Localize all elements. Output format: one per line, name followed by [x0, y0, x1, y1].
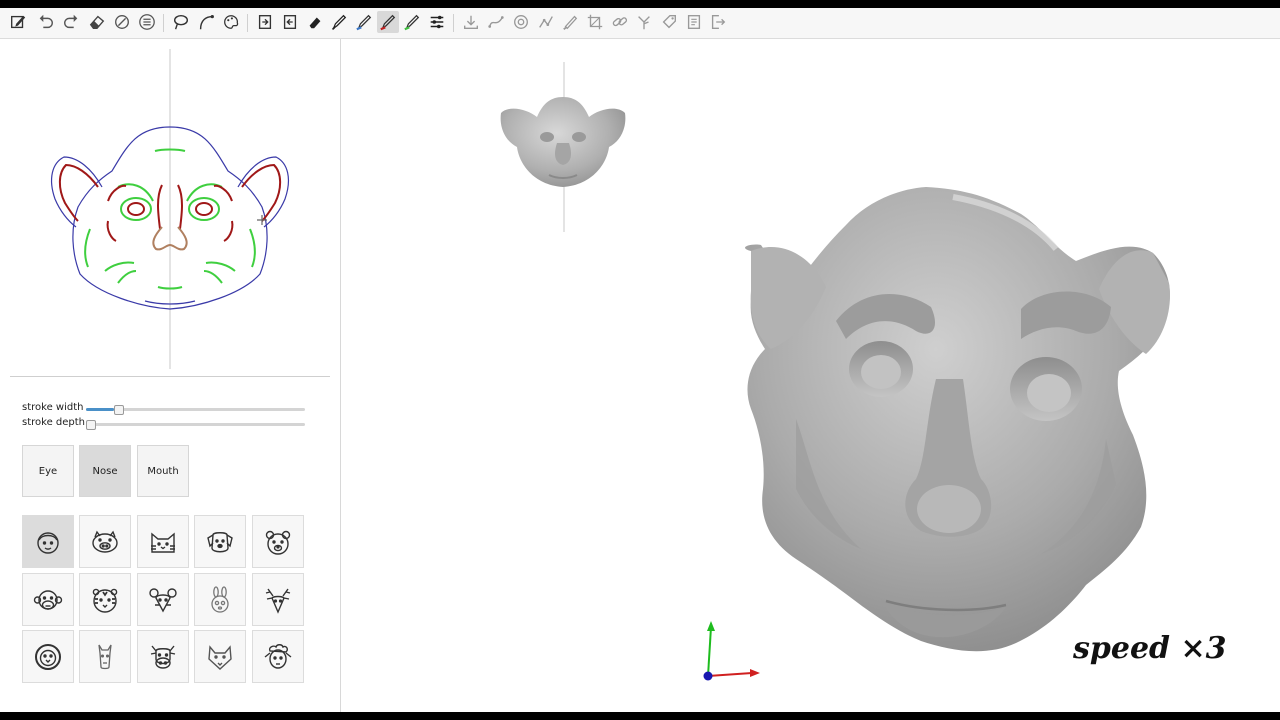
- stroke-depth-slider[interactable]: [86, 420, 305, 430]
- left-temple-stroke: [106, 220, 117, 242]
- mouth-button[interactable]: Mouth: [137, 445, 189, 497]
- pig-face-icon[interactable]: [79, 515, 131, 568]
- wolf-face-icon[interactable]: [194, 630, 246, 683]
- viewport-scene: [500, 62, 1171, 681]
- stroke-depth-label: stroke depth: [22, 417, 86, 428]
- tag-icon[interactable]: [658, 11, 680, 33]
- right-lower-cheek-stroke: [203, 270, 223, 284]
- stroke-width-slider-fill: [86, 408, 115, 411]
- left-nose-bridge-stroke: [157, 184, 163, 230]
- left-brow-red-stroke: [107, 184, 127, 202]
- right-jaw-stroke: [205, 261, 236, 272]
- undo-icon[interactable]: [35, 11, 57, 33]
- panel-divider: [10, 376, 330, 377]
- clear-icon[interactable]: [111, 11, 133, 33]
- eraser-tool-icon[interactable]: [304, 11, 326, 33]
- toolbar-separator: [247, 14, 248, 32]
- branch-icon[interactable]: [633, 11, 655, 33]
- app-window: stroke width stroke depth Eye Nose Mouth: [0, 8, 1280, 712]
- right-temple-stroke: [223, 220, 234, 242]
- human-face-icon[interactable]: [22, 515, 74, 568]
- nose-button[interactable]: Nose: [79, 445, 131, 497]
- list-icon[interactable]: [136, 11, 158, 33]
- deer-face-icon[interactable]: [252, 573, 304, 626]
- settings-sliders-icon[interactable]: [426, 11, 448, 33]
- stroke-depth-slider-handle[interactable]: [86, 420, 96, 430]
- pen-red-icon[interactable]: [377, 11, 399, 33]
- sheep-face-icon[interactable]: [252, 630, 304, 683]
- crop-icon[interactable]: [584, 11, 606, 33]
- link-icon[interactable]: [609, 11, 631, 33]
- curve-icon[interactable]: [195, 11, 217, 33]
- left-lower-cheek-stroke: [117, 270, 137, 284]
- mouse-face-icon[interactable]: [137, 573, 189, 626]
- import-icon[interactable]: [254, 11, 276, 33]
- monkey-face-icon[interactable]: [22, 573, 74, 626]
- llama-face-icon[interactable]: [79, 630, 131, 683]
- stroke-width-label: stroke width: [22, 402, 84, 413]
- 3d-face-mesh: [745, 187, 1171, 652]
- cat-face-icon[interactable]: [137, 515, 189, 568]
- logout-icon[interactable]: [707, 11, 729, 33]
- toolbar: [0, 8, 1280, 39]
- toolbar-separator: [163, 14, 164, 32]
- lion-face-icon[interactable]: [22, 630, 74, 683]
- right-nose-bridge-stroke: [177, 184, 183, 230]
- axis-gizmo: [703, 621, 760, 681]
- document-icon[interactable]: [683, 11, 705, 33]
- left-eye-inner-stroke: [127, 202, 145, 216]
- palette-icon[interactable]: [220, 11, 242, 33]
- path-icon[interactable]: [485, 11, 507, 33]
- stroke-width-slider[interactable]: [86, 405, 305, 415]
- left-jaw-stroke: [104, 261, 135, 272]
- eraser-icon[interactable]: [86, 11, 108, 33]
- lasso-icon[interactable]: [170, 11, 192, 33]
- graph-icon[interactable]: [535, 11, 557, 33]
- thumbnail-preview: [500, 62, 626, 232]
- speed-overlay-label: speed ×3: [1073, 631, 1227, 666]
- brush-icon[interactable]: [559, 11, 581, 33]
- toolbar-separator: [453, 14, 454, 32]
- rabbit-face-icon[interactable]: [194, 573, 246, 626]
- pen-black-icon[interactable]: [328, 11, 350, 33]
- tiger-face-icon[interactable]: [79, 573, 131, 626]
- dog-face-icon[interactable]: [194, 515, 246, 568]
- left-cheek-stroke: [84, 228, 91, 268]
- right-eye-outer-stroke: [188, 197, 220, 221]
- sketch-canvas[interactable]: [0, 39, 340, 375]
- pen-blue-icon[interactable]: [353, 11, 375, 33]
- left-panel: stroke width stroke depth Eye Nose Mouth: [0, 39, 341, 712]
- left-eye-outer-stroke: [120, 197, 152, 221]
- right-brow-red-stroke: [213, 184, 233, 202]
- bear-face-icon[interactable]: [252, 515, 304, 568]
- download-icon[interactable]: [460, 11, 482, 33]
- cow-face-icon[interactable]: [137, 630, 189, 683]
- pen-green-icon[interactable]: [401, 11, 423, 33]
- right-eye-inner-stroke: [195, 202, 213, 216]
- target-icon[interactable]: [510, 11, 532, 33]
- edit-icon[interactable]: [7, 11, 29, 33]
- redo-icon[interactable]: [60, 11, 82, 33]
- eye-button[interactable]: Eye: [22, 445, 74, 497]
- right-cheek-stroke: [249, 228, 256, 268]
- stroke-width-slider-handle[interactable]: [114, 405, 125, 415]
- 3d-viewport[interactable]: speed ×3: [341, 39, 1280, 712]
- export-icon[interactable]: [279, 11, 301, 33]
